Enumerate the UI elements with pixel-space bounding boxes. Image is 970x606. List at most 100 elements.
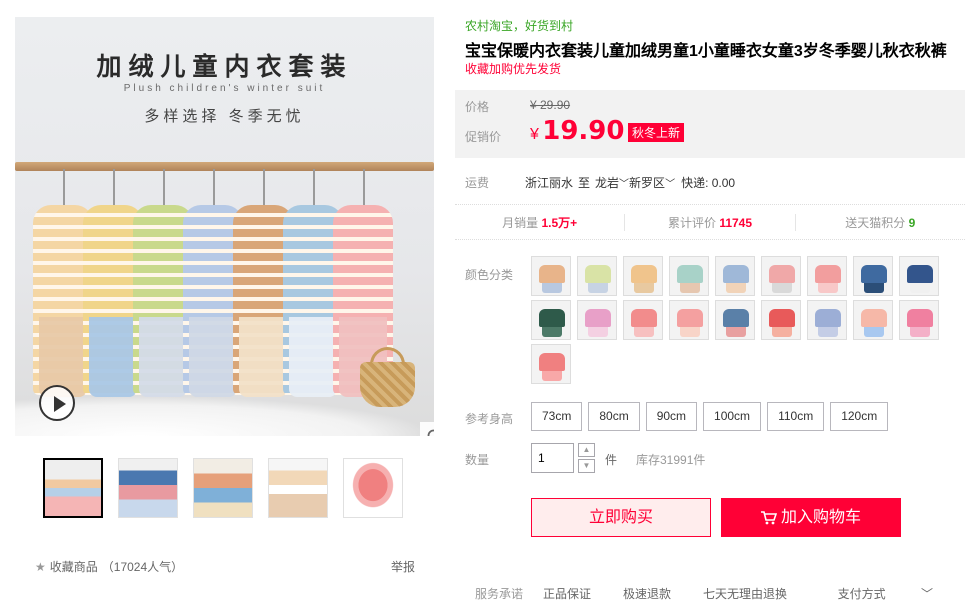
play-video-button[interactable] [39, 385, 75, 421]
swatch-top [907, 265, 933, 283]
swatch-top [907, 309, 933, 327]
color-swatch-4[interactable] [669, 256, 709, 296]
service-return[interactable]: 七天无理由退换 [703, 585, 787, 602]
points-value: 9 [908, 215, 916, 230]
color-swatch-1[interactable] [531, 256, 571, 296]
promo-price: ¥ 19.90 [530, 116, 625, 146]
thumbnail-4[interactable] [268, 458, 328, 518]
quantity-increase-button[interactable]: ▲ [578, 443, 595, 457]
ship-district-select[interactable]: 新罗区﹀ [629, 174, 675, 191]
garment-pants [289, 317, 337, 397]
swatch-top [815, 309, 841, 327]
thumbnail-2[interactable] [118, 458, 178, 518]
size-option-90cm[interactable]: 90cm [645, 402, 698, 431]
quantity-input[interactable] [531, 443, 574, 473]
color-swatch-10[interactable] [531, 300, 571, 340]
ship-city: 龙岩 [595, 176, 620, 190]
stat-reviews[interactable]: 累计评价 11745 [625, 213, 796, 231]
color-swatch-2[interactable] [577, 256, 617, 296]
size-option-110cm[interactable]: 110cm [767, 402, 825, 431]
size-option-100cm[interactable]: 100cm [703, 402, 762, 431]
color-swatch-14[interactable] [715, 300, 755, 340]
color-swatch-7[interactable] [807, 256, 847, 296]
color-swatch-17[interactable] [853, 300, 893, 340]
color-swatch-16[interactable] [807, 300, 847, 340]
garment-pants [239, 317, 287, 397]
monthly-sales-value: 1.5万+ [541, 215, 578, 230]
favorite-row: ★ 收藏商品 （17024人气） 举报 [35, 558, 415, 575]
image-title: 加绒儿童内衣套装 [96, 52, 353, 81]
ship-district: 新罗区 [629, 176, 666, 190]
size-option-80cm[interactable]: 80cm [588, 402, 640, 431]
color-swatch-18[interactable] [899, 300, 939, 340]
service-row: 服务承诺 正品保证 极速退款 七天无理由退换 支付方式 ﹀ [475, 585, 965, 602]
monthly-sales-label: 月销量 [502, 215, 539, 230]
magnifier-icon [427, 429, 434, 436]
report-link[interactable]: 举报 [391, 558, 415, 575]
garment-pants [39, 317, 87, 397]
hanger [63, 169, 65, 209]
color-swatch-15[interactable] [761, 300, 801, 340]
quantity-decrease-button[interactable]: ▼ [578, 459, 595, 473]
color-swatch-6[interactable] [761, 256, 801, 296]
original-price: ¥ 29.90 [530, 98, 571, 112]
stock-count: 库存31991件 [636, 453, 706, 467]
stats-bar: 月销量 1.5万+ 累计评价 11745 送天猫积分 9 [455, 204, 965, 240]
payment-methods[interactable]: 支付方式 ﹀ [838, 585, 965, 602]
new-season-badge: 秋冬上新 [628, 123, 685, 142]
color-swatch-3[interactable] [623, 256, 663, 296]
ship-to-word: 至 [578, 176, 591, 190]
ship-city-select[interactable]: 龙岩﹀ [595, 174, 629, 191]
swatch-top [585, 309, 611, 327]
shipping-label: 运费 [465, 176, 490, 190]
swatch-top [677, 309, 703, 327]
price-label: 价格 [465, 100, 490, 114]
size-options: 73cm 80cm 90cm 100cm 110cm 120cm [531, 402, 889, 431]
quantity-unit: 件 [605, 453, 618, 467]
color-swatch-19[interactable] [531, 344, 571, 384]
buy-now-button[interactable]: 立即购买 [531, 498, 711, 537]
promo-price-label: 促销价 [465, 130, 502, 144]
shipping-row: 运费 浙江丽水 至 龙岩﹀ 新罗区﹀ 快递: 0.00 [465, 174, 735, 191]
star-icon[interactable]: ★ [35, 560, 46, 574]
size-option-120cm[interactable]: 120cm [830, 402, 889, 431]
service-genuine[interactable]: 正品保证 [543, 585, 591, 602]
shipping-fee: 快递: 0.00 [681, 176, 736, 190]
color-swatch-9[interactable] [899, 256, 939, 296]
main-product-image[interactable]: 加绒儿童内衣套装 Plush children's winter suit 多样… [15, 17, 434, 436]
thumbnail-1[interactable] [43, 458, 103, 518]
swatch-top [861, 265, 887, 283]
add-to-cart-button[interactable]: 加入购物车 [721, 498, 901, 537]
swatch-top [539, 309, 565, 327]
product-subtitle: 收藏加购优先发货 [465, 62, 562, 76]
favorite-label[interactable]: 收藏商品 [50, 558, 98, 575]
garment-pants [139, 317, 187, 397]
chevron-down-icon: ﹀ [920, 587, 933, 601]
service-refund[interactable]: 极速退款 [623, 585, 671, 602]
hanger [263, 169, 265, 209]
hanging-rod [15, 162, 434, 171]
stat-tmall-points: 送天猫积分 9 [796, 214, 965, 231]
size-option-73cm[interactable]: 73cm [531, 402, 583, 431]
color-swatch-8[interactable] [853, 256, 893, 296]
ship-from: 浙江丽水 [525, 176, 574, 190]
image-slogan: 多样选择 冬季无忧 [144, 108, 305, 125]
stat-monthly-sales: 月销量 1.5万+ [455, 213, 626, 231]
color-swatch-12[interactable] [623, 300, 663, 340]
swatch-top [631, 309, 657, 327]
color-swatch-5[interactable] [715, 256, 755, 296]
zoom-button[interactable] [420, 422, 434, 436]
image-subtitle: Plush children's winter suit [123, 83, 326, 94]
thumbnail-5[interactable] [343, 458, 403, 518]
quantity-label: 数量 [465, 453, 490, 467]
price-panel: 价格 ¥ 29.90 促销价 ¥ 19.90 秋冬上新 [455, 90, 965, 158]
thumbnail-3[interactable] [193, 458, 253, 518]
chevron-down-icon: ﹀ [619, 179, 630, 190]
color-swatch-11[interactable] [577, 300, 617, 340]
payment-label: 支付方式 [837, 587, 886, 601]
promo-price-value: 19.90 [542, 116, 625, 146]
size-label: 参考身高 [465, 412, 514, 426]
garment-pants [89, 317, 137, 397]
add-to-cart-label: 加入购物车 [780, 509, 861, 526]
color-swatch-13[interactable] [669, 300, 709, 340]
